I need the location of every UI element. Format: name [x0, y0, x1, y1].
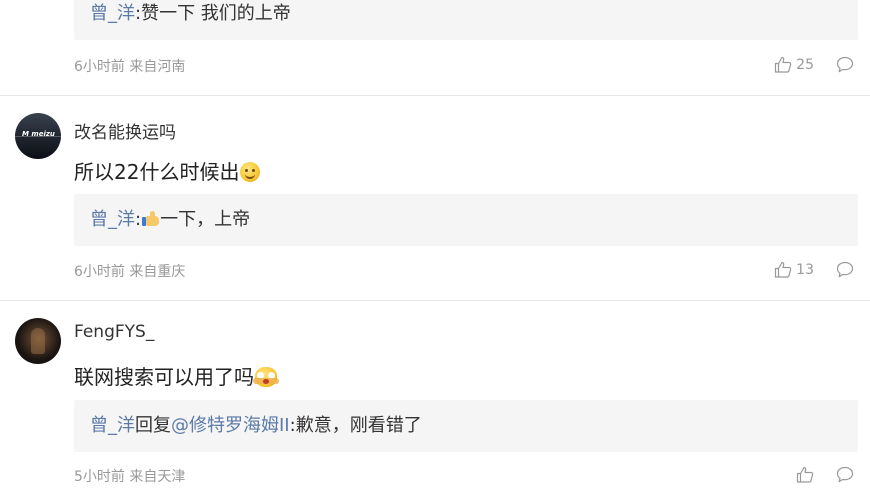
dark-portrait-avatar[interactable]	[15, 318, 61, 364]
thumbs-up-icon	[775, 56, 792, 73]
comment-username[interactable]: FengFYS_	[74, 322, 154, 342]
reply-text: 歉意，刚看错了	[295, 415, 422, 436]
thumbs-up-emoji-icon	[142, 211, 160, 227]
reply-separator: :	[135, 209, 142, 230]
reply-box[interactable]: 曾_洋: 一下，上帝	[74, 194, 858, 246]
reply-box[interactable]: 曾_洋:赞一下 我们的上帝	[74, 0, 858, 40]
comment-text: 所以22什么时候出	[74, 156, 261, 185]
comment-username[interactable]: 改名能换运吗	[74, 118, 176, 143]
comment-bubble-icon[interactable]	[836, 261, 854, 278]
comment-bubble-icon[interactable]	[836, 466, 854, 483]
comment-meta: 6小时前 来自重庆	[74, 264, 186, 280]
reply-action: 回复	[135, 415, 171, 436]
reply-text: 一下，上帝	[160, 209, 251, 230]
like-count: 13	[796, 261, 814, 278]
comment-bubble-icon[interactable]	[836, 56, 854, 73]
like-button[interactable]	[796, 466, 814, 483]
comment-meta: 5小时前 来自天津	[74, 469, 186, 485]
reply-author-link[interactable]: 曾_洋	[90, 209, 135, 230]
comment-actions: 25	[774, 56, 854, 73]
comment-text-content: 所以22什么时候出	[74, 160, 240, 184]
wow-emoji-icon	[253, 367, 279, 387]
divider	[0, 300, 870, 301]
thumbs-up-icon	[796, 466, 814, 483]
reply-box[interactable]: 曾_洋回复@修特罗海姆II:歉意，刚看错了	[74, 400, 858, 452]
comment-meta: 6小时前 来自河南	[74, 59, 186, 75]
like-count: 25	[796, 56, 814, 73]
reply-author-link[interactable]: 曾_洋	[90, 415, 135, 436]
thumbs-up-icon	[775, 261, 792, 278]
reply-author-link[interactable]: 曾_洋	[90, 3, 135, 24]
comment-actions	[796, 466, 854, 483]
like-button[interactable]: 13	[774, 261, 836, 278]
comment-actions: 13	[774, 261, 854, 278]
smile-emoji-icon	[240, 162, 261, 182]
reply-mention-link[interactable]: @修特罗海姆II	[171, 415, 290, 436]
reply-text: 赞一下 我们的上帝	[141, 3, 291, 24]
divider	[0, 95, 870, 96]
like-button[interactable]: 25	[774, 56, 836, 73]
meizu-avatar[interactable]: M meizu	[15, 113, 61, 159]
comment-text-content: 联网搜索可以用了吗	[74, 365, 254, 389]
comment-text: 联网搜索可以用了吗	[74, 361, 279, 390]
